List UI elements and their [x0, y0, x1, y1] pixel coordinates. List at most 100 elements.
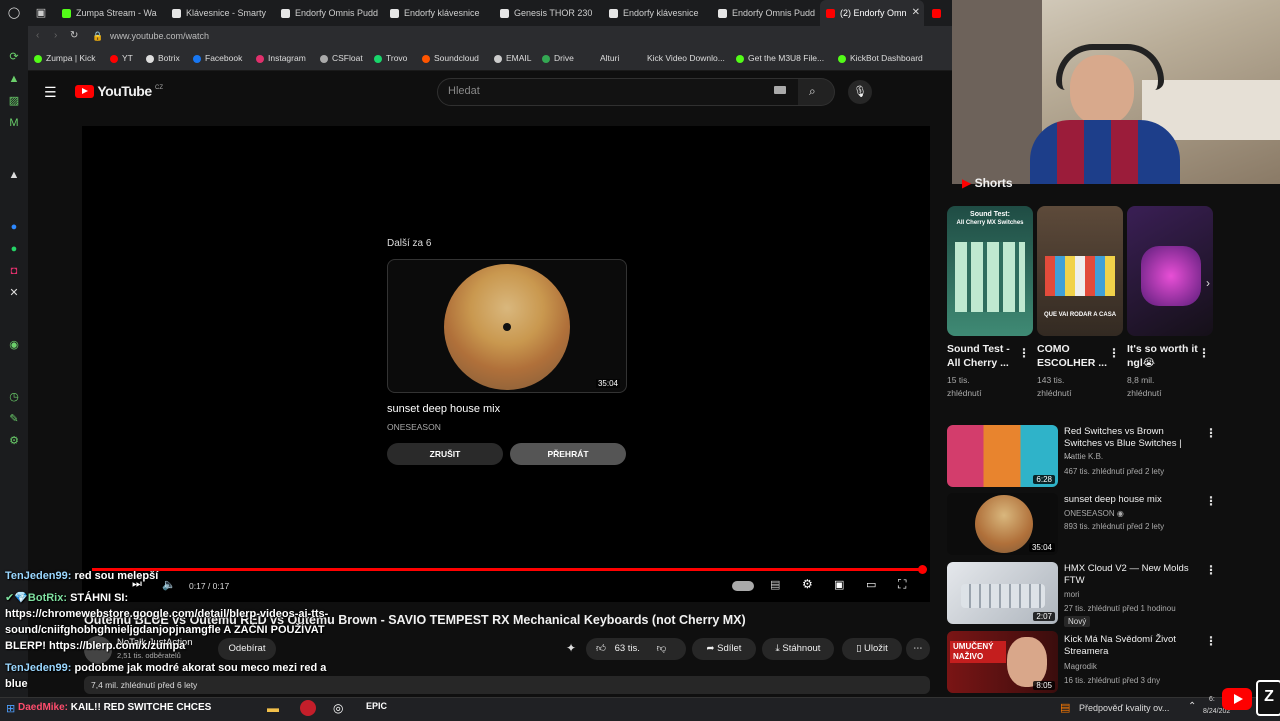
instagram-icon[interactable]: ◘ [7, 264, 21, 278]
miniplayer-icon[interactable]: ▣ [834, 578, 844, 591]
related-menu-icon[interactable]: ⋮ [1205, 426, 1217, 440]
tab[interactable]: Klávesnice - Smarty [166, 0, 274, 26]
bookmark[interactable]: Zumpa | Kick [34, 53, 95, 63]
file-explorer-icon[interactable]: ▬ [267, 701, 279, 715]
bookmark[interactable]: KickBot Dashboard [838, 53, 923, 63]
search-button[interactable]: ⌕ [798, 78, 835, 106]
bookmark[interactable]: Kick Video Downlo... [647, 53, 725, 63]
youtube-logo[interactable]: YouTube CZ [75, 83, 163, 99]
tab-active[interactable]: (2) Endorfy Omn ✕ [820, 0, 924, 26]
like-count[interactable]: 63 tis. [615, 643, 640, 654]
theater-mode-icon[interactable]: ▭ [866, 578, 876, 591]
related-channel[interactable]: ONESEASON ◉ [1064, 509, 1124, 518]
search-box[interactable]: Hledat [437, 78, 799, 106]
hamburger-menu-icon[interactable]: ☰ [44, 84, 57, 101]
m-icon[interactable]: M [7, 116, 21, 130]
lock-icon[interactable]: ▲ [7, 72, 21, 86]
weather-widget[interactable]: Předpověď kvality ov... [1079, 703, 1169, 713]
short-menu-icon[interactable]: ⋮ [1198, 346, 1210, 360]
dislike-icon[interactable]: 👎︎ [657, 643, 667, 654]
close-tab-icon[interactable]: ✕ [912, 0, 920, 26]
short-thumbnail[interactable] [1127, 206, 1213, 336]
related-channel[interactable]: mori [1064, 590, 1080, 599]
opera-taskbar-icon[interactable] [300, 700, 316, 716]
arrow-icon[interactable]: ▲ [7, 168, 21, 182]
bookmark[interactable]: Facebook [193, 53, 242, 63]
related-menu-icon[interactable]: ⋮ [1205, 563, 1217, 577]
back-icon[interactable]: ‹ [36, 30, 39, 41]
x-icon[interactable]: ✕ [7, 286, 21, 300]
bookmark[interactable]: CSFloat [320, 53, 363, 63]
volume-icon[interactable]: 🔈 [162, 578, 176, 591]
related-thumbnail[interactable]: 35:04 [947, 493, 1058, 555]
messenger-icon[interactable]: ● [7, 220, 21, 234]
tab[interactable]: Genesis THOR 230 [494, 0, 602, 26]
short-title[interactable]: COMO ESCOLHER ... [1037, 342, 1107, 370]
bookmark[interactable]: Instagram [256, 53, 306, 63]
related-menu-icon[interactable]: ⋮ [1205, 634, 1217, 648]
reload-icon[interactable]: ↻ [70, 30, 78, 41]
autoplay-toggle[interactable] [732, 581, 754, 591]
cancel-autoplay-button[interactable]: ZRUŠIT [387, 443, 503, 465]
url-field[interactable]: www.youtube.com/watch [110, 31, 209, 41]
short-menu-icon[interactable]: ⋮ [1108, 346, 1120, 360]
bookmark[interactable]: EMAIL [494, 53, 532, 63]
up-next-thumbnail[interactable]: 35:04 [387, 259, 627, 393]
voice-search-icon[interactable]: 🎙 [848, 80, 872, 104]
short-menu-icon[interactable]: ⋮ [1018, 346, 1030, 360]
tab[interactable]: Zumpa Stream - Wa [56, 0, 164, 26]
short-title[interactable]: It's so worth it ngl😭 [1127, 342, 1203, 370]
tray-chevron-icon[interactable]: ⌃ [1188, 701, 1196, 712]
bookmark[interactable]: Get the M3U8 File... [736, 53, 824, 63]
related-menu-icon[interactable]: ⋮ [1205, 494, 1217, 508]
video-player[interactable]: Další za 6 35:04 sunset deep house mix O… [82, 126, 930, 602]
description-box[interactable]: 7,4 mil. zhlédnutí před 6 lety [84, 676, 930, 694]
subtitles-icon[interactable]: ▤ [770, 578, 780, 591]
like-icon[interactable]: 👍︎ [596, 643, 606, 654]
clock-icon[interactable]: ◷ [7, 390, 21, 404]
tab[interactable] [926, 0, 950, 26]
bookmark[interactable]: Soundcloud [422, 53, 479, 63]
fullscreen-icon[interactable]: ⛶ [898, 577, 906, 592]
related-channel[interactable]: Magrodik [1064, 662, 1097, 671]
bookmark[interactable]: Trovo [374, 53, 407, 63]
related-title[interactable]: Kick Má Na Svědomí Život Streamera [1064, 634, 1190, 658]
keyboard-icon[interactable] [774, 86, 786, 94]
tab[interactable]: Endorfy klávesnice [603, 0, 711, 26]
settings-icon[interactable]: ⚙ [7, 434, 21, 448]
pin-icon[interactable]: ✎ [7, 412, 21, 426]
share-button[interactable]: ➦ Sdílet [692, 638, 756, 660]
save-button[interactable]: ▯ Uložit [842, 638, 902, 660]
related-thumbnail[interactable]: UMUČENÝ NAŽIVO 8:05 [947, 631, 1058, 693]
tab-menu-icon[interactable]: ▣ [34, 6, 48, 20]
tab[interactable]: Endorfy Omnis Pudd [712, 0, 820, 26]
forward-icon[interactable]: › [54, 30, 57, 41]
download-button[interactable]: ⤓ Stáhnout [762, 638, 834, 660]
bookmark[interactable]: Drive [542, 53, 574, 63]
kick-icon[interactable]: ⟳ [7, 50, 21, 64]
short-thumbnail[interactable]: QUE VAI RODAR A CASA [1037, 206, 1123, 336]
tab[interactable]: Endorfy klávesnice [384, 0, 492, 26]
related-channel[interactable]: Mattie K.B. [1064, 452, 1103, 461]
more-actions-button[interactable]: ⋯ [906, 638, 930, 660]
subscribe-button[interactable]: Odebírat [218, 638, 276, 660]
related-thumbnail[interactable]: 6:28 [947, 425, 1058, 487]
start-icon[interactable]: ⊞ [6, 702, 15, 715]
related-title[interactable]: HMX Cloud V2 — New Molds FTW [1064, 563, 1190, 587]
epic-games-icon[interactable]: EPIC [366, 701, 387, 711]
progress-bar[interactable] [92, 568, 922, 571]
search-input[interactable]: Hledat [448, 85, 480, 97]
whatsapp-icon[interactable]: ● [7, 242, 21, 256]
opera-menu-icon[interactable]: ◯ [7, 6, 21, 20]
play-next-button[interactable]: PŘEHRÁT [510, 443, 626, 465]
shorts-next-icon[interactable]: › [1206, 276, 1210, 290]
player-icon[interactable]: ◉ [7, 338, 21, 352]
progress-scrubber[interactable] [918, 565, 927, 574]
related-thumbnail[interactable]: 2:07 [947, 562, 1058, 624]
chart-icon[interactable]: ▨ [7, 94, 21, 108]
bookmark[interactable]: Alturi [600, 53, 619, 63]
bookmark[interactable]: Botrix [146, 53, 180, 63]
tab[interactable]: Endorfy Omnis Pudd [275, 0, 383, 26]
short-thumbnail[interactable]: Sound Test: All Cherry MX Switches [947, 206, 1033, 336]
related-title[interactable]: sunset deep house mix [1064, 494, 1190, 506]
